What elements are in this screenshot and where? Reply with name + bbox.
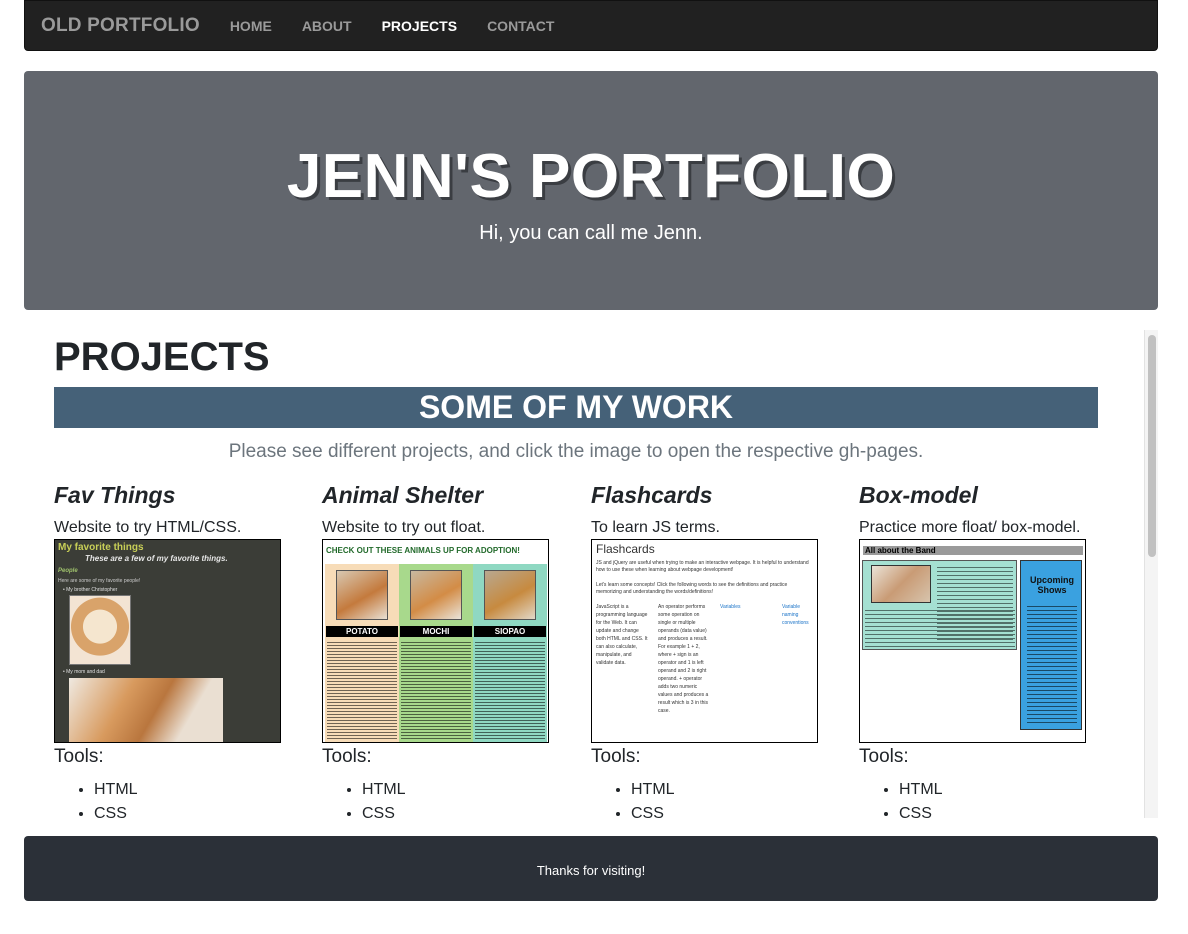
- project-title: Fav Things: [54, 482, 176, 508]
- animal-column: POTATO: [325, 564, 399, 742]
- animal-column: MOCHI: [399, 564, 473, 742]
- project-card-flashcards: Flashcards To learn JS terms. Flashcards…: [591, 482, 831, 818]
- project-description: Website to try out float.: [322, 519, 486, 536]
- nav-item-projects[interactable]: PROJECTS: [382, 18, 457, 34]
- project-card-animal-shelter: Animal Shelter Website to try out float.…: [322, 482, 562, 818]
- animal-column: SIOPAO: [473, 564, 547, 742]
- hero-title: JENN'S PORTFOLIO: [286, 142, 896, 211]
- tool-item: CSS: [362, 802, 562, 818]
- animal-description: [401, 640, 471, 740]
- thumb-intro-text: Here are some of my favorite people!: [58, 578, 141, 584]
- tool-item: CSS: [631, 802, 831, 818]
- section-title: PROJECTS: [54, 335, 270, 379]
- flashcard-link: Variables: [720, 604, 741, 610]
- project-thumbnail-link[interactable]: Flashcards JS and jQuery are useful when…: [591, 539, 818, 743]
- flashcard-definition: An operator performs some operation on s…: [658, 604, 709, 714]
- project-description: To learn JS terms.: [591, 519, 720, 536]
- tools-list: HTML CSS: [94, 778, 294, 818]
- thumb-heading: Flashcards: [596, 542, 655, 556]
- thumb-text-lines: [865, 607, 1015, 647]
- thumb-sidebar-box: Upcoming Shows: [1020, 560, 1082, 730]
- animal-description: [475, 640, 545, 740]
- footer-text: Thanks for visiting!: [536, 863, 646, 878]
- thumb-sidebar-heading: Upcoming Shows: [1030, 575, 1074, 595]
- tool-item: HTML: [631, 778, 831, 802]
- thumb-main-box: [862, 560, 1017, 650]
- animal-image: [484, 570, 536, 620]
- nav-item-about[interactable]: ABOUT: [302, 18, 352, 34]
- project-thumbnail-link[interactable]: My favorite things These are a few of my…: [54, 539, 281, 743]
- work-banner: SOME OF MY WORK: [54, 387, 1098, 428]
- animal-image: [336, 570, 388, 620]
- project-description: Website to try HTML/CSS.: [54, 519, 242, 536]
- tool-item: CSS: [94, 802, 294, 818]
- puppy-image: [69, 595, 131, 665]
- nav-item-contact[interactable]: CONTACT: [487, 18, 554, 34]
- tool-item: HTML: [94, 778, 294, 802]
- thumb-bullet: • My brother Christopher: [63, 587, 118, 593]
- thumb-paragraph: Let's learn some concepts! Click the fol…: [596, 582, 788, 595]
- tools-list: HTML CSS: [899, 778, 1099, 818]
- flashcard-link: Variable naming conventions: [782, 604, 809, 626]
- scrollbar-thumb[interactable]: [1148, 335, 1156, 557]
- top-navbar: OLD PORTFOLIO HOME ABOUT PROJECTS CONTAC…: [24, 0, 1158, 51]
- tool-item: CSS: [899, 802, 1099, 818]
- thumb-heading: All about the Band: [863, 546, 1083, 555]
- project-card-fav-things: Fav Things Website to try HTML/CSS. My f…: [54, 482, 294, 818]
- hero-jumbotron: JENN'S PORTFOLIO Hi, you can call me Jen…: [24, 71, 1158, 310]
- thumb-paragraph: JS and jQuery are useful when trying to …: [596, 560, 809, 573]
- dog-image: [871, 565, 931, 603]
- tools-label: Tools:: [54, 746, 104, 767]
- thumb-heading: My favorite things: [58, 542, 144, 553]
- nav-item-home[interactable]: HOME: [230, 18, 272, 34]
- animal-name: MOCHI: [400, 626, 472, 637]
- page-footer: Thanks for visiting!: [24, 836, 1158, 901]
- animal-description: [327, 640, 397, 740]
- project-card-box-model: Box-model Practice more float/ box-model…: [859, 482, 1099, 818]
- navbar-brand[interactable]: OLD PORTFOLIO: [41, 15, 200, 37]
- tools-list: HTML CSS: [631, 778, 831, 818]
- tools-label: Tools:: [591, 746, 641, 767]
- thumb-bullet: • My mom and dad: [63, 669, 105, 675]
- dogs-image: [69, 678, 223, 742]
- hero-subtitle: Hi, you can call me Jenn.: [479, 222, 703, 244]
- animal-name: POTATO: [326, 626, 398, 637]
- thumb-people-label: People: [58, 568, 78, 574]
- project-title: Animal Shelter: [322, 482, 484, 508]
- project-thumbnail-link[interactable]: CHECK OUT THESE ANIMALS UP FOR ADOPTION!…: [322, 539, 549, 743]
- tools-list: HTML CSS: [362, 778, 562, 818]
- thumb-subheading: These are a few of my favorite things.: [85, 554, 228, 563]
- vertical-scrollbar[interactable]: [1144, 330, 1158, 818]
- animal-name: SIOPAO: [474, 626, 546, 637]
- tools-label: Tools:: [322, 746, 372, 767]
- thumb-heading: CHECK OUT THESE ANIMALS UP FOR ADOPTION!: [326, 546, 520, 555]
- project-thumbnail-link[interactable]: All about the Band Upcoming Shows: [859, 539, 1086, 743]
- animal-image: [410, 570, 462, 620]
- project-title: Flashcards: [591, 482, 713, 508]
- projects-section: PROJECTS SOME OF MY WORK Please see diff…: [24, 330, 1158, 818]
- thumb-text-lines: [1027, 603, 1077, 723]
- project-description: Practice more float/ box-model.: [859, 519, 1081, 536]
- tool-item: HTML: [899, 778, 1099, 802]
- project-title: Box-model: [859, 482, 978, 508]
- projects-lead-text: Please see different projects, and click…: [228, 441, 924, 462]
- flashcard-definition: JavaScript is a programming language for…: [596, 604, 648, 666]
- tools-label: Tools:: [859, 746, 909, 767]
- tool-item: HTML: [362, 778, 562, 802]
